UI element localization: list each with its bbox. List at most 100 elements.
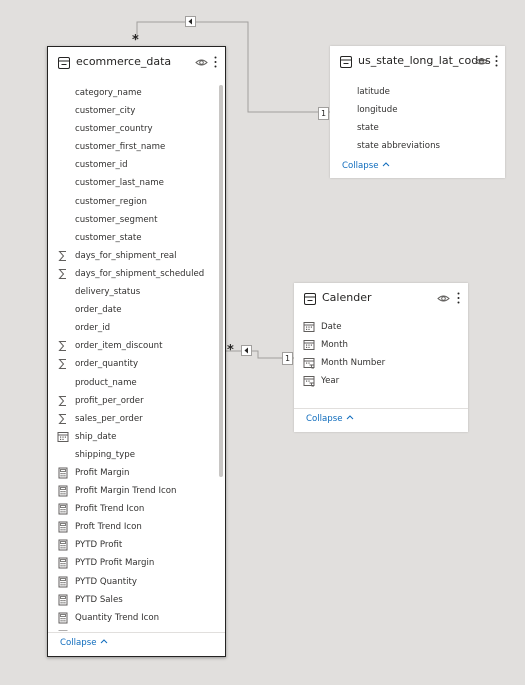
field-row[interactable]: Date — [294, 318, 468, 336]
more-options-icon[interactable] — [213, 55, 218, 69]
calculator-icon — [58, 485, 68, 497]
field-row[interactable]: PYTD Sales — [48, 591, 225, 609]
field-row[interactable]: PYTD Quantity — [48, 573, 225, 591]
field-row[interactable]: Month — [294, 336, 468, 354]
field-name: customer_last_name — [75, 178, 164, 189]
sigma-icon — [58, 395, 66, 406]
field-row[interactable]: latitude — [330, 83, 505, 101]
field-row[interactable]: days_for_shipment_real — [48, 247, 225, 265]
field-row[interactable]: sales_per_order — [48, 410, 225, 428]
model-canvas[interactable]: * 1 * 1 ecommerce_data category_name cust… — [0, 0, 525, 685]
field-row[interactable]: longitude — [330, 101, 505, 119]
field-row[interactable]: category_name — [48, 84, 225, 102]
table-card-ecommerce-data[interactable]: ecommerce_data category_name customer_cit… — [47, 46, 226, 657]
field-name: latitude — [357, 87, 390, 97]
field-name: PYTD Profit — [75, 540, 123, 551]
field-row[interactable]: Year — [294, 372, 468, 390]
field-row[interactable]: customer_state — [48, 229, 225, 247]
collapse-label: Collapse — [306, 414, 343, 424]
table-card-header[interactable]: Calender — [294, 283, 468, 315]
field-row[interactable]: order_date — [48, 301, 225, 319]
field-row[interactable]: ship_date — [48, 428, 225, 446]
table-icon — [340, 56, 352, 68]
field-name: customer_country — [75, 124, 153, 135]
field-name: Month Number — [321, 358, 386, 369]
visibility-eye-icon[interactable] — [475, 56, 488, 67]
sigma-icon — [58, 413, 66, 424]
field-list[interactable]: Date Month Month Number Year — [294, 318, 468, 392]
field-row[interactable]: customer_region — [48, 193, 225, 211]
table-card-header[interactable]: us_state_long_lat_codes — [330, 46, 505, 78]
field-name: Year — [321, 376, 340, 387]
field-name: Month — [321, 340, 348, 351]
field-name: customer_state — [75, 232, 142, 243]
field-name: days_for_shipment_scheduled — [75, 268, 205, 279]
calculator-icon — [58, 503, 68, 515]
field-row[interactable]: customer_id — [48, 156, 225, 174]
collapse-button[interactable]: Collapse — [306, 414, 354, 424]
field-name: customer_region — [75, 196, 147, 207]
scrollbar-thumb[interactable] — [219, 85, 223, 477]
more-options-icon[interactable] — [494, 54, 499, 68]
field-name: profit_per_order — [75, 395, 144, 406]
field-name: Sales Sales — [75, 630, 123, 632]
field-row[interactable]: product_name — [48, 374, 225, 392]
field-name: order_item_discount — [75, 341, 163, 352]
calculator-icon — [58, 557, 68, 569]
field-row[interactable]: PYTD Profit — [48, 536, 225, 554]
calendar-icon — [303, 340, 315, 351]
many-cardinality-marker: * — [227, 343, 234, 358]
chevron-up-icon — [346, 415, 353, 420]
field-row[interactable]: profit_per_order — [48, 392, 225, 410]
collapse-bar: Collapse — [294, 408, 468, 432]
field-row[interactable]: Profit Margin Trend Icon — [48, 482, 225, 500]
field-name: order_id — [75, 323, 111, 334]
field-row[interactable]: Month Number — [294, 354, 468, 372]
field-row[interactable]: customer_first_name — [48, 138, 225, 156]
table-card-calender[interactable]: Calender Date Month Month Number Year Colla… — [294, 283, 468, 432]
field-row[interactable]: days_for_shipment_scheduled — [48, 265, 225, 283]
field-row[interactable]: Profit Margin — [48, 464, 225, 482]
field-name: customer_city — [75, 106, 136, 117]
collapse-button[interactable]: Collapse — [342, 161, 390, 171]
collapse-label: Collapse — [342, 161, 379, 171]
field-list[interactable]: latitude longitude state state abbreviation… — [330, 83, 505, 157]
field-list[interactable]: category_name customer_city customer_count… — [48, 84, 225, 631]
field-row[interactable]: Sales Sales — [48, 627, 225, 631]
field-name: PYTD Sales — [75, 594, 123, 605]
table-card-header[interactable]: ecommerce_data — [48, 47, 225, 79]
visibility-eye-icon[interactable] — [437, 293, 450, 304]
chevron-up-icon — [100, 639, 107, 644]
field-row[interactable]: customer_country — [48, 120, 225, 138]
field-row[interactable]: order_quantity — [48, 355, 225, 373]
collapse-label: Collapse — [60, 638, 97, 648]
field-row[interactable]: customer_segment — [48, 211, 225, 229]
field-row[interactable]: state — [330, 119, 505, 137]
field-row[interactable]: PYTD Profit Margin — [48, 554, 225, 572]
field-row[interactable]: shipping_type — [48, 446, 225, 464]
table-card-us-state-long-lat-codes[interactable]: us_state_long_lat_codes latitude longitud… — [330, 46, 505, 178]
field-row[interactable]: order_id — [48, 319, 225, 337]
collapse-button[interactable]: Collapse — [60, 638, 108, 648]
field-name: delivery_status — [75, 287, 141, 298]
table-icon — [58, 57, 70, 69]
field-name: customer_segment — [75, 214, 158, 225]
field-row[interactable]: Proft Trend Icon — [48, 518, 225, 536]
table-icon — [304, 293, 316, 305]
field-row[interactable]: customer_city — [48, 102, 225, 120]
field-row[interactable]: Quantity Trend Icon — [48, 609, 225, 627]
field-row[interactable]: state abbreviations — [330, 137, 505, 155]
more-options-icon[interactable] — [456, 291, 461, 305]
filter-direction-arrow-icon[interactable] — [241, 345, 252, 356]
visibility-eye-icon[interactable] — [195, 57, 208, 68]
field-name: category_name — [75, 88, 142, 98]
field-row[interactable]: customer_last_name — [48, 174, 225, 192]
date-hierarchy-icon — [303, 358, 315, 369]
field-row[interactable]: Profit Trend Icon — [48, 500, 225, 518]
chevron-up-icon — [382, 162, 389, 167]
filter-direction-arrow-icon[interactable] — [185, 16, 196, 27]
field-name: Profit Trend Icon — [75, 504, 145, 515]
field-row[interactable]: delivery_status — [48, 283, 225, 301]
table-title: Calender — [322, 291, 372, 304]
field-row[interactable]: order_item_discount — [48, 337, 225, 355]
